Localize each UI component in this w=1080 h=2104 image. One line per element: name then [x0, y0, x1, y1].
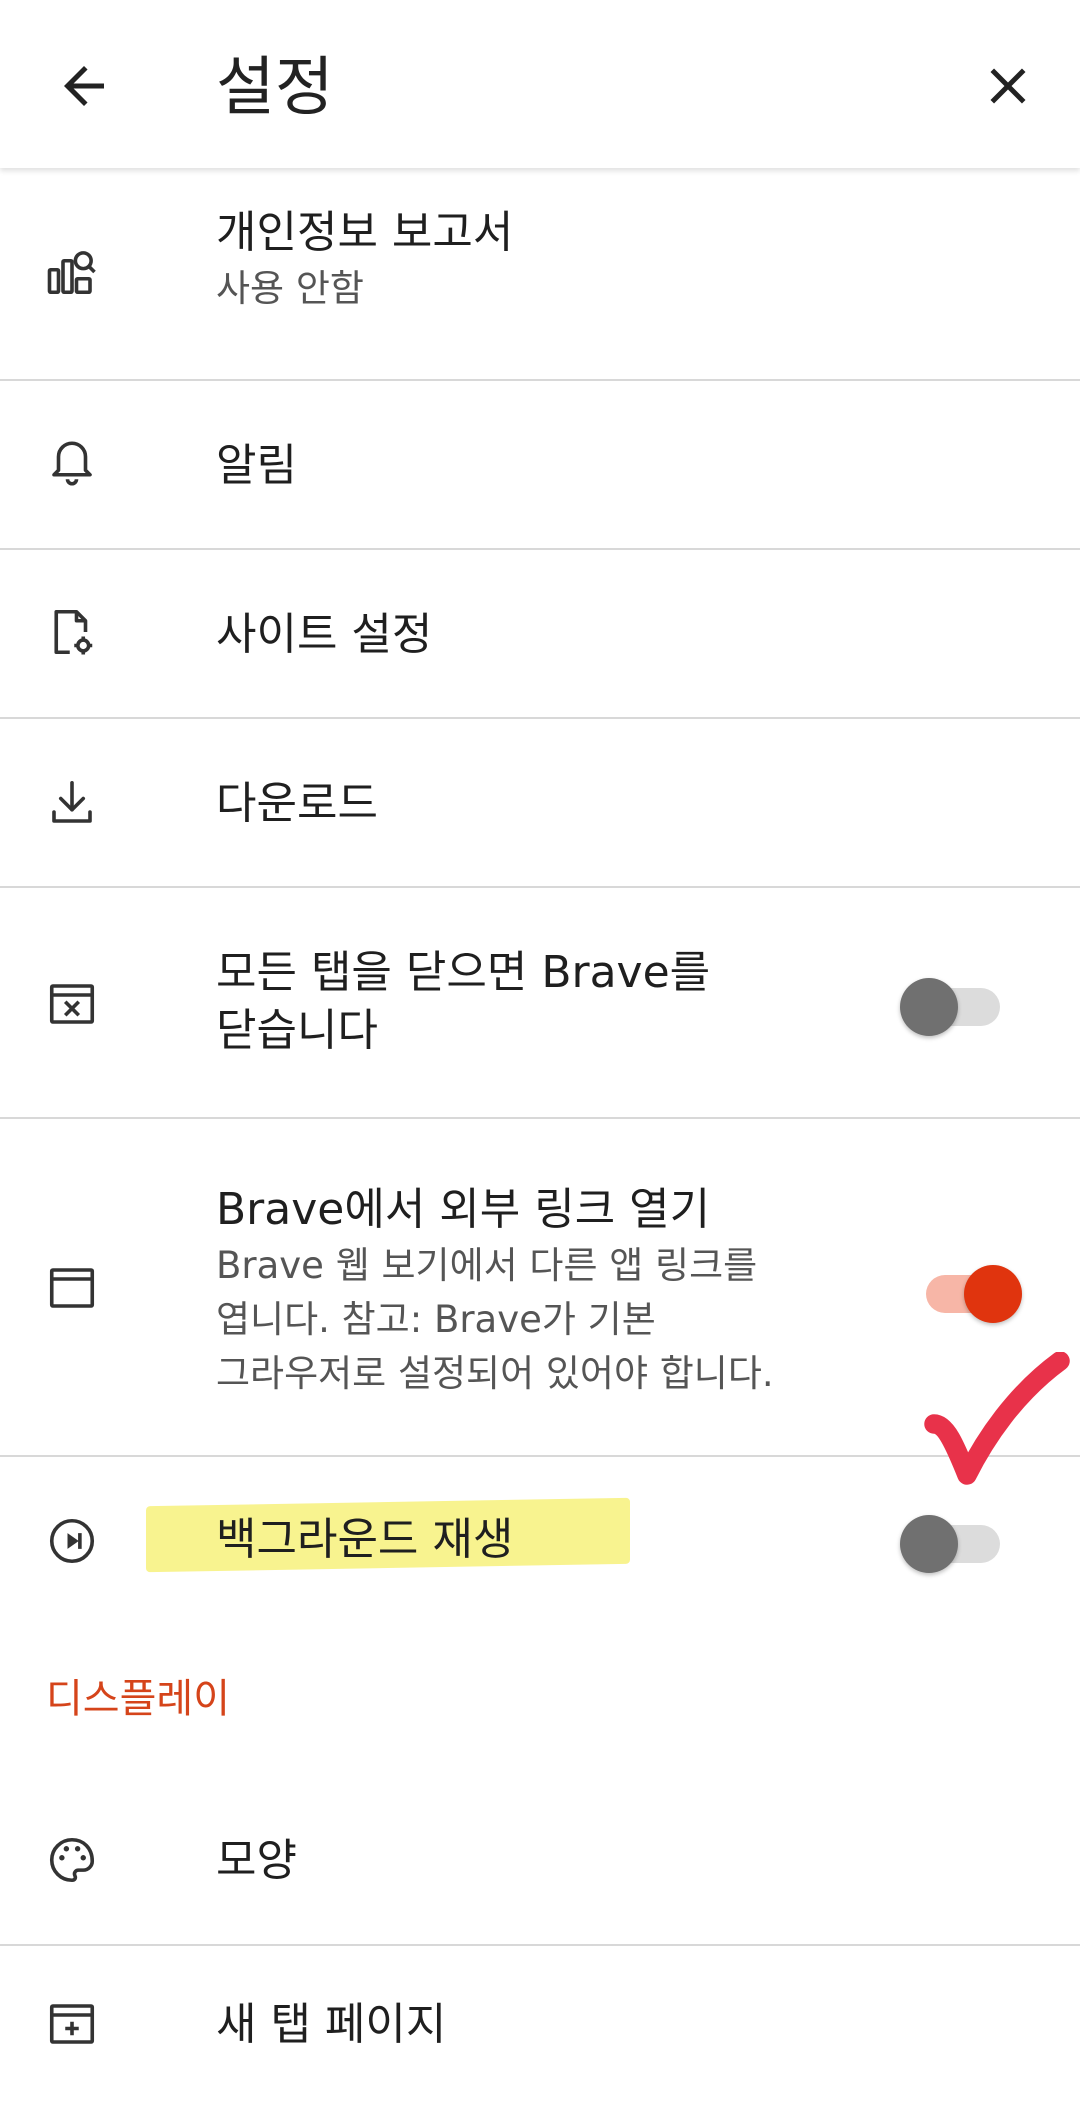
window-icon — [44, 1260, 100, 1316]
toggle-thumb — [900, 1515, 958, 1573]
settings-item-site-settings[interactable]: 사이트 설정 — [0, 550, 1080, 719]
settings-item-background-play[interactable]: 백그라운드 재생 — [0, 1457, 1080, 1625]
close-button[interactable] — [972, 50, 1044, 122]
back-button[interactable] — [48, 50, 120, 122]
settings-item-new-tab-page[interactable]: 새 탭 페이지 — [0, 1946, 1080, 2104]
add-box-icon — [44, 1996, 100, 2052]
open-external-links-label: Brave에서 외부 링크 열기 — [216, 1184, 711, 1235]
open-external-links-desc-line1: Brave 웹 보기에서 다른 앱 링크를 — [216, 1244, 758, 1287]
close-all-tabs-label-line2: 닫습니다 — [216, 1005, 378, 1056]
close-tab-icon — [44, 976, 100, 1032]
privacy-report-icon — [44, 244, 100, 300]
settings-item-close-all-tabs[interactable]: 모든 탭을 닫으면 Brave를 닫습니다 — [0, 888, 1080, 1119]
site-settings-label: 사이트 설정 — [216, 609, 433, 660]
settings-item-notifications[interactable]: 알림 — [0, 381, 1080, 550]
bell-icon — [44, 431, 100, 487]
notifications-label: 알림 — [216, 440, 297, 491]
settings-item-downloads[interactable]: 다운로드 — [0, 719, 1080, 888]
open-external-links-desc-line3: 그라우저로 설정되어 있어야 합니다. — [216, 1352, 774, 1395]
open-external-links-toggle[interactable] — [912, 1259, 1022, 1323]
arrow-left-icon — [64, 66, 104, 106]
close-all-tabs-label-line1: 모든 탭을 닫으면 Brave를 — [216, 947, 711, 998]
privacy-report-status: 사용 안함 — [216, 267, 364, 310]
downloads-label: 다운로드 — [216, 778, 378, 829]
appearance-label: 모양 — [216, 1835, 297, 1886]
settings-item-privacy-report[interactable]: 개인정보 보고서 사용 안함 — [0, 168, 1080, 381]
background-play-label: 백그라운드 재생 — [216, 1514, 514, 1565]
palette-icon — [44, 1832, 100, 1888]
close-all-tabs-toggle[interactable] — [900, 972, 1010, 1036]
settings-item-open-external-links[interactable]: Brave에서 외부 링크 열기 Brave 웹 보기에서 다른 앱 링크를 엽… — [0, 1119, 1080, 1457]
app-bar: 설정 — [0, 0, 1080, 168]
download-icon — [44, 775, 100, 831]
page-title: 설정 — [216, 51, 334, 125]
close-icon — [990, 68, 1026, 104]
site-settings-icon — [44, 604, 100, 660]
toggle-thumb — [964, 1265, 1022, 1323]
checkmark-icon — [924, 1352, 1070, 1485]
new-tab-page-label: 새 탭 페이지 — [216, 1999, 447, 2050]
privacy-report-label: 개인정보 보고서 — [216, 207, 514, 258]
settings-item-appearance[interactable]: 모양 — [0, 1776, 1080, 1946]
background-play-toggle[interactable] — [900, 1509, 1010, 1573]
play-circle-icon — [44, 1513, 100, 1569]
toggle-thumb — [900, 978, 958, 1036]
section-header-display: 디스플레이 — [46, 1676, 230, 1722]
open-external-links-desc-line2: 엽니다. 참고: Brave가 기본 — [216, 1298, 656, 1341]
